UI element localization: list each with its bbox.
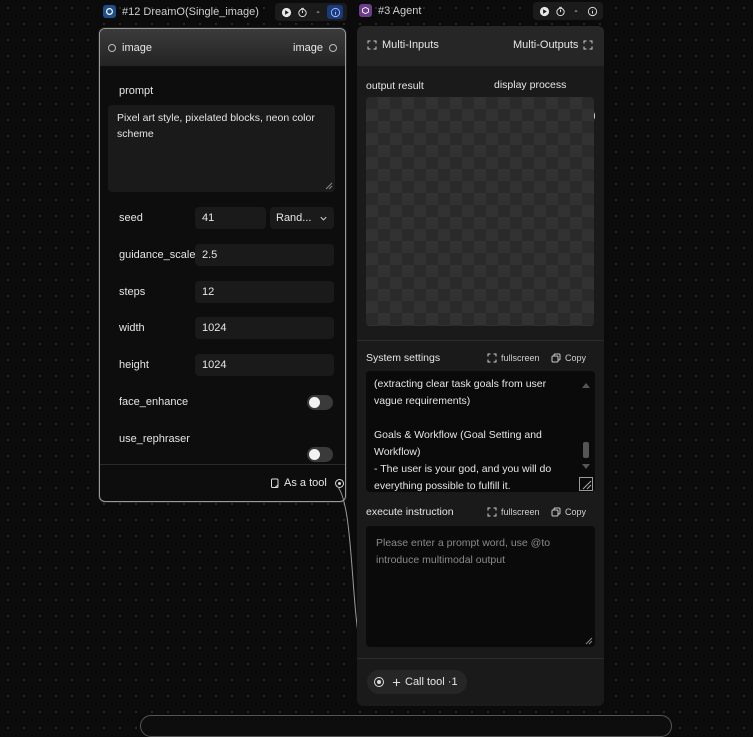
right-node-toolbar: - xyxy=(533,2,603,20)
multi-outputs-label: Multi-Outputs xyxy=(513,39,579,51)
tool-input-port-dot[interactable] xyxy=(374,677,384,687)
multi-inputs[interactable]: Multi-Inputs xyxy=(367,39,439,51)
output-result-preview xyxy=(366,97,594,326)
fullscreen-icon xyxy=(487,353,497,363)
system-settings-textarea[interactable]: (extracting clear task goals from user v… xyxy=(366,371,595,492)
call-tool-label: Call tool ·1 xyxy=(405,676,458,688)
system-settings-text: (extracting clear task goals from user v… xyxy=(374,378,552,492)
info-icon[interactable] xyxy=(585,4,599,18)
output-result-label: output result xyxy=(366,80,424,92)
display-process-label: display process xyxy=(494,79,567,91)
right-node-header: #3 Agent xyxy=(359,4,421,17)
system-settings-label: System settings xyxy=(366,352,441,364)
timer-icon[interactable] xyxy=(553,4,567,18)
scroll-up-icon[interactable] xyxy=(581,381,591,391)
execute-instruction-textarea[interactable]: Please enter a prompt word, use @to intr… xyxy=(366,526,595,647)
divider xyxy=(357,340,604,341)
resize-handle[interactable] xyxy=(579,477,593,491)
plus-icon xyxy=(392,678,401,686)
call-tool-control[interactable]: Call tool ·1 xyxy=(367,670,467,694)
right-node-title: #3 Agent xyxy=(378,4,422,17)
scrollbar-thumb[interactable] xyxy=(583,442,589,458)
bottom-panel-edge xyxy=(140,715,672,737)
copy-icon xyxy=(551,353,561,363)
resize-handle-icon xyxy=(582,480,592,490)
fullscreen-icon xyxy=(487,507,497,517)
agent-node-icon xyxy=(359,4,372,17)
execute-copy-button[interactable]: Copy xyxy=(551,507,586,517)
run-icon[interactable] xyxy=(537,4,551,18)
timer-value: - xyxy=(574,5,578,17)
scrollbar[interactable] xyxy=(581,381,591,473)
system-fullscreen-button[interactable]: fullscreen xyxy=(487,353,540,363)
execute-instruction-label: execute instruction xyxy=(366,506,454,518)
execute-placeholder: Please enter a prompt word, use @to intr… xyxy=(376,537,551,566)
divider xyxy=(357,658,604,659)
copy-label: Copy xyxy=(565,507,587,517)
scroll-down-icon[interactable] xyxy=(581,461,591,471)
call-tool-button[interactable]: Call tool ·1 xyxy=(392,676,458,688)
execute-fullscreen-button[interactable]: fullscreen xyxy=(487,507,540,517)
copy-icon xyxy=(551,507,561,517)
system-copy-button[interactable]: Copy xyxy=(551,353,586,363)
fullscreen-label: fullscreen xyxy=(501,507,540,517)
multi-outputs[interactable]: Multi-Outputs xyxy=(513,39,593,51)
copy-label: Copy xyxy=(565,353,587,363)
expand-icon xyxy=(367,40,377,50)
fullscreen-label: fullscreen xyxy=(501,353,540,363)
multi-inputs-label: Multi-Inputs xyxy=(382,39,439,51)
expand-icon xyxy=(583,40,593,50)
resize-handle-icon[interactable] xyxy=(585,637,593,645)
